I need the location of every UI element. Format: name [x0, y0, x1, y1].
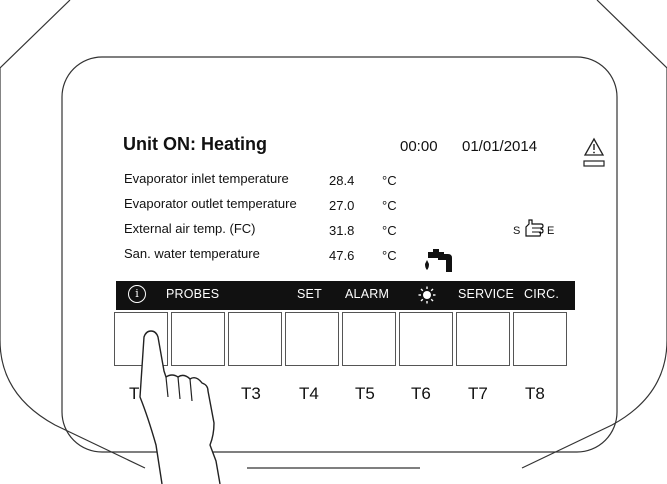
reading-row: Evaporator inlet temperature 28.4 °C: [124, 171, 434, 189]
info-icon: i: [128, 285, 146, 303]
status-title: Unit ON: Heating: [123, 134, 267, 154]
key-label-t4: T4: [299, 384, 319, 403]
softkey-menu-bar: i PROBES SET ALARM SERVICE CIRC.: [116, 281, 575, 310]
reading-row: External air temp. (FC) 31.8 °C: [124, 221, 434, 239]
faucet-icon: [425, 249, 452, 272]
menu-alarm: ALARM: [345, 287, 390, 301]
warning-icon: [583, 137, 605, 167]
reading-unit: °C: [382, 248, 397, 263]
reading-unit: °C: [382, 173, 397, 188]
reading-row: San. water temperature 47.6 °C: [124, 246, 434, 264]
key-t6[interactable]: [399, 312, 453, 366]
menu-probes: PROBES: [166, 287, 220, 301]
reading-label: Evaporator inlet temperature: [124, 171, 289, 186]
reading-label: External air temp. (FC): [124, 221, 256, 236]
key-t8[interactable]: [513, 312, 567, 366]
menu-set: SET: [297, 287, 322, 301]
mode-left-letter: S: [513, 225, 521, 237]
reading-label: Evaporator outlet temperature: [124, 196, 297, 211]
key-t7[interactable]: [456, 312, 510, 366]
reading-value: 27.0: [329, 198, 355, 213]
clock: 00:00: [400, 138, 438, 155]
reading-label: San. water temperature: [124, 246, 260, 261]
mode-right-letter: E: [547, 225, 555, 237]
key-label-t5: T5: [355, 384, 375, 403]
key-label-t6: T6: [411, 384, 431, 403]
pointing-hand: [139, 330, 221, 484]
reading-row: Evaporator outlet temperature 27.0 °C: [124, 196, 434, 214]
key-label-t8: T8: [525, 384, 545, 403]
reading-value: 28.4: [329, 173, 355, 188]
reading-unit: °C: [382, 198, 397, 213]
hand-icon: S E: [513, 218, 561, 240]
menu-service: SERVICE: [458, 287, 515, 301]
date: 01/01/2014: [462, 138, 538, 155]
menu-circ: CIRC.: [524, 287, 560, 301]
key-t5[interactable]: [342, 312, 396, 366]
sun-icon: [418, 286, 436, 304]
key-label-t7: T7: [468, 384, 488, 403]
reading-value: 31.8: [329, 223, 355, 238]
key-t4[interactable]: [285, 312, 339, 366]
reading-value: 47.6: [329, 248, 355, 263]
reading-unit: °C: [382, 223, 397, 238]
